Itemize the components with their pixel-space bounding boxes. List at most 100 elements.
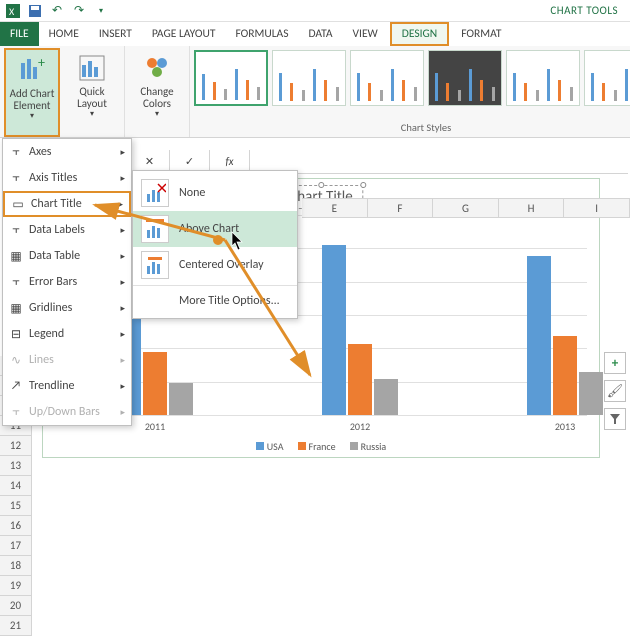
centered-overlay-icon — [141, 251, 169, 279]
excel-icon: X — [4, 2, 22, 20]
menu-data-table[interactable]: ▦Data Table▸ — [3, 243, 131, 269]
tab-format[interactable]: FORMAT — [451, 22, 511, 46]
tab-home[interactable]: HOME — [39, 22, 89, 46]
row-header[interactable]: 13 — [0, 456, 31, 476]
data-table-icon: ▦ — [9, 249, 23, 263]
menu-gridlines[interactable]: ▦Gridlines▸ — [3, 295, 131, 321]
save-icon[interactable] — [26, 2, 44, 20]
chart-styles-gallery[interactable] — [190, 46, 630, 120]
chart-style-thumb[interactable] — [350, 50, 424, 106]
col-header[interactable]: F — [368, 199, 434, 217]
data-labels-icon: ⫟ — [9, 223, 23, 237]
chart-filters-button[interactable] — [604, 408, 626, 430]
col-header[interactable]: E — [302, 199, 368, 217]
chart-style-thumb[interactable] — [428, 50, 502, 106]
row-header[interactable]: 15 — [0, 496, 31, 516]
chart-style-thumb[interactable] — [194, 50, 268, 106]
trendline-icon: ↗ — [9, 379, 23, 393]
submenu-centered-overlay[interactable]: Centered Overlay — [133, 247, 297, 283]
chart-style-thumb[interactable] — [272, 50, 346, 106]
add-chart-element-label: Add Chart Element — [8, 88, 56, 112]
chart-styles-group-label: Chart Styles — [190, 120, 630, 137]
menu-chart-title-label: Chart Title — [31, 197, 82, 211]
menu-error-bars-label: Error Bars — [29, 275, 77, 289]
error-bars-icon: ⫟ — [9, 275, 23, 289]
lines-icon: ∿ — [9, 353, 23, 367]
menu-data-table-label: Data Table — [29, 249, 80, 263]
gridlines-icon: ▦ — [9, 301, 23, 315]
quick-layout-button[interactable]: Quick Layout ▾ — [64, 48, 120, 137]
submenu-none-label: None — [179, 186, 205, 200]
chart-side-buttons: + 🖌 — [604, 352, 626, 430]
menu-axis-titles[interactable]: ⫟Axis Titles▸ — [3, 165, 131, 191]
change-colors-button[interactable]: Change Colors ▾ — [129, 48, 185, 121]
submenu-centered-overlay-label: Centered Overlay — [179, 258, 264, 272]
none-icon — [141, 179, 169, 207]
tab-page-layout[interactable]: PAGE LAYOUT — [142, 22, 226, 46]
updown-bars-icon: ⫟ — [9, 405, 23, 419]
chart-style-thumb[interactable] — [584, 50, 630, 106]
add-chart-element-menu: ⫟Axes▸ ⫟Axis Titles▸ ▭Chart Title▸ ⫟Data… — [2, 138, 132, 426]
chart-style-thumb[interactable] — [506, 50, 580, 106]
svg-text:+: + — [38, 57, 45, 71]
col-header[interactable]: H — [499, 199, 565, 217]
legend-item[interactable]: France — [298, 440, 336, 453]
row-header[interactable]: 21 — [0, 616, 31, 636]
menu-data-labels[interactable]: ⫟Data Labels▸ — [3, 217, 131, 243]
chart-styles-button[interactable]: 🖌 — [604, 380, 626, 402]
group-chart-styles: Chart Styles — [190, 46, 630, 137]
tab-view[interactable]: VIEW — [343, 22, 388, 46]
chart-title-icon: ▭ — [11, 197, 25, 211]
group-chart-layouts: + Add Chart Element ▾ Quick Layout ▾ — [0, 46, 125, 137]
undo-icon[interactable]: ↶ — [48, 2, 66, 20]
menu-updown-bars-label: Up/Down Bars — [29, 405, 100, 419]
tab-insert[interactable]: INSERT — [89, 22, 142, 46]
column-headers: E F G H I — [302, 198, 630, 218]
chart-elements-button[interactable]: + — [604, 352, 626, 374]
menu-lines: ∿Lines▸ — [3, 347, 131, 373]
legend-item[interactable]: Russia — [350, 440, 387, 453]
menu-trendline-label: Trendline — [29, 379, 75, 393]
menu-data-labels-label: Data Labels — [29, 223, 85, 237]
chart-title-submenu: None Above Chart Centered Overlay More T… — [132, 170, 298, 319]
row-header[interactable]: 17 — [0, 536, 31, 556]
axes-icon: ⫟ — [9, 145, 23, 159]
svg-text:X: X — [9, 5, 15, 18]
title-bar: X ↶ ↷ ▾ CHART TOOLS — [0, 0, 630, 22]
change-colors-label: Change Colors — [131, 86, 183, 110]
menu-trendline[interactable]: ↗Trendline▸ — [3, 373, 131, 399]
menu-error-bars[interactable]: ⫟Error Bars▸ — [3, 269, 131, 295]
add-chart-element-button[interactable]: + Add Chart Element ▾ — [4, 48, 60, 137]
tab-design[interactable]: DESIGN — [390, 22, 449, 46]
chart-legend[interactable]: USA France Russia — [43, 440, 599, 453]
menu-gridlines-label: Gridlines — [29, 301, 72, 315]
row-header[interactable]: 14 — [0, 476, 31, 496]
quick-layout-icon — [76, 52, 108, 84]
chart-tools-label: CHART TOOLS — [550, 4, 626, 17]
row-header[interactable]: 18 — [0, 556, 31, 576]
submenu-none[interactable]: None — [133, 175, 297, 211]
above-chart-icon — [141, 215, 169, 243]
submenu-above-chart[interactable]: Above Chart — [133, 211, 297, 247]
legend-item[interactable]: USA — [256, 440, 284, 453]
row-header[interactable]: 16 — [0, 516, 31, 536]
row-header[interactable]: 20 — [0, 596, 31, 616]
menu-axes[interactable]: ⫟Axes▸ — [3, 139, 131, 165]
menu-updown-bars: ⫟Up/Down Bars▸ — [3, 399, 131, 425]
row-header[interactable]: 19 — [0, 576, 31, 596]
tab-file[interactable]: FILE — [0, 22, 39, 46]
menu-chart-title[interactable]: ▭Chart Title▸ — [3, 191, 131, 217]
col-header[interactable]: I — [564, 199, 630, 217]
menu-legend[interactable]: ⊟Legend▸ — [3, 321, 131, 347]
row-header[interactable]: 12 — [0, 436, 31, 456]
qat-customize-icon[interactable]: ▾ — [92, 2, 110, 20]
tab-formulas[interactable]: FORMULAS — [225, 22, 298, 46]
ribbon: + Add Chart Element ▾ Quick Layout ▾ Cha… — [0, 46, 630, 138]
col-header[interactable]: G — [433, 199, 499, 217]
submenu-more-title-options[interactable]: More Title Options... — [133, 288, 297, 314]
submenu-above-chart-label: Above Chart — [179, 222, 239, 236]
redo-icon[interactable]: ↷ — [70, 2, 88, 20]
change-colors-icon — [141, 52, 173, 84]
menu-lines-label: Lines — [29, 353, 54, 367]
tab-data[interactable]: DATA — [298, 22, 342, 46]
